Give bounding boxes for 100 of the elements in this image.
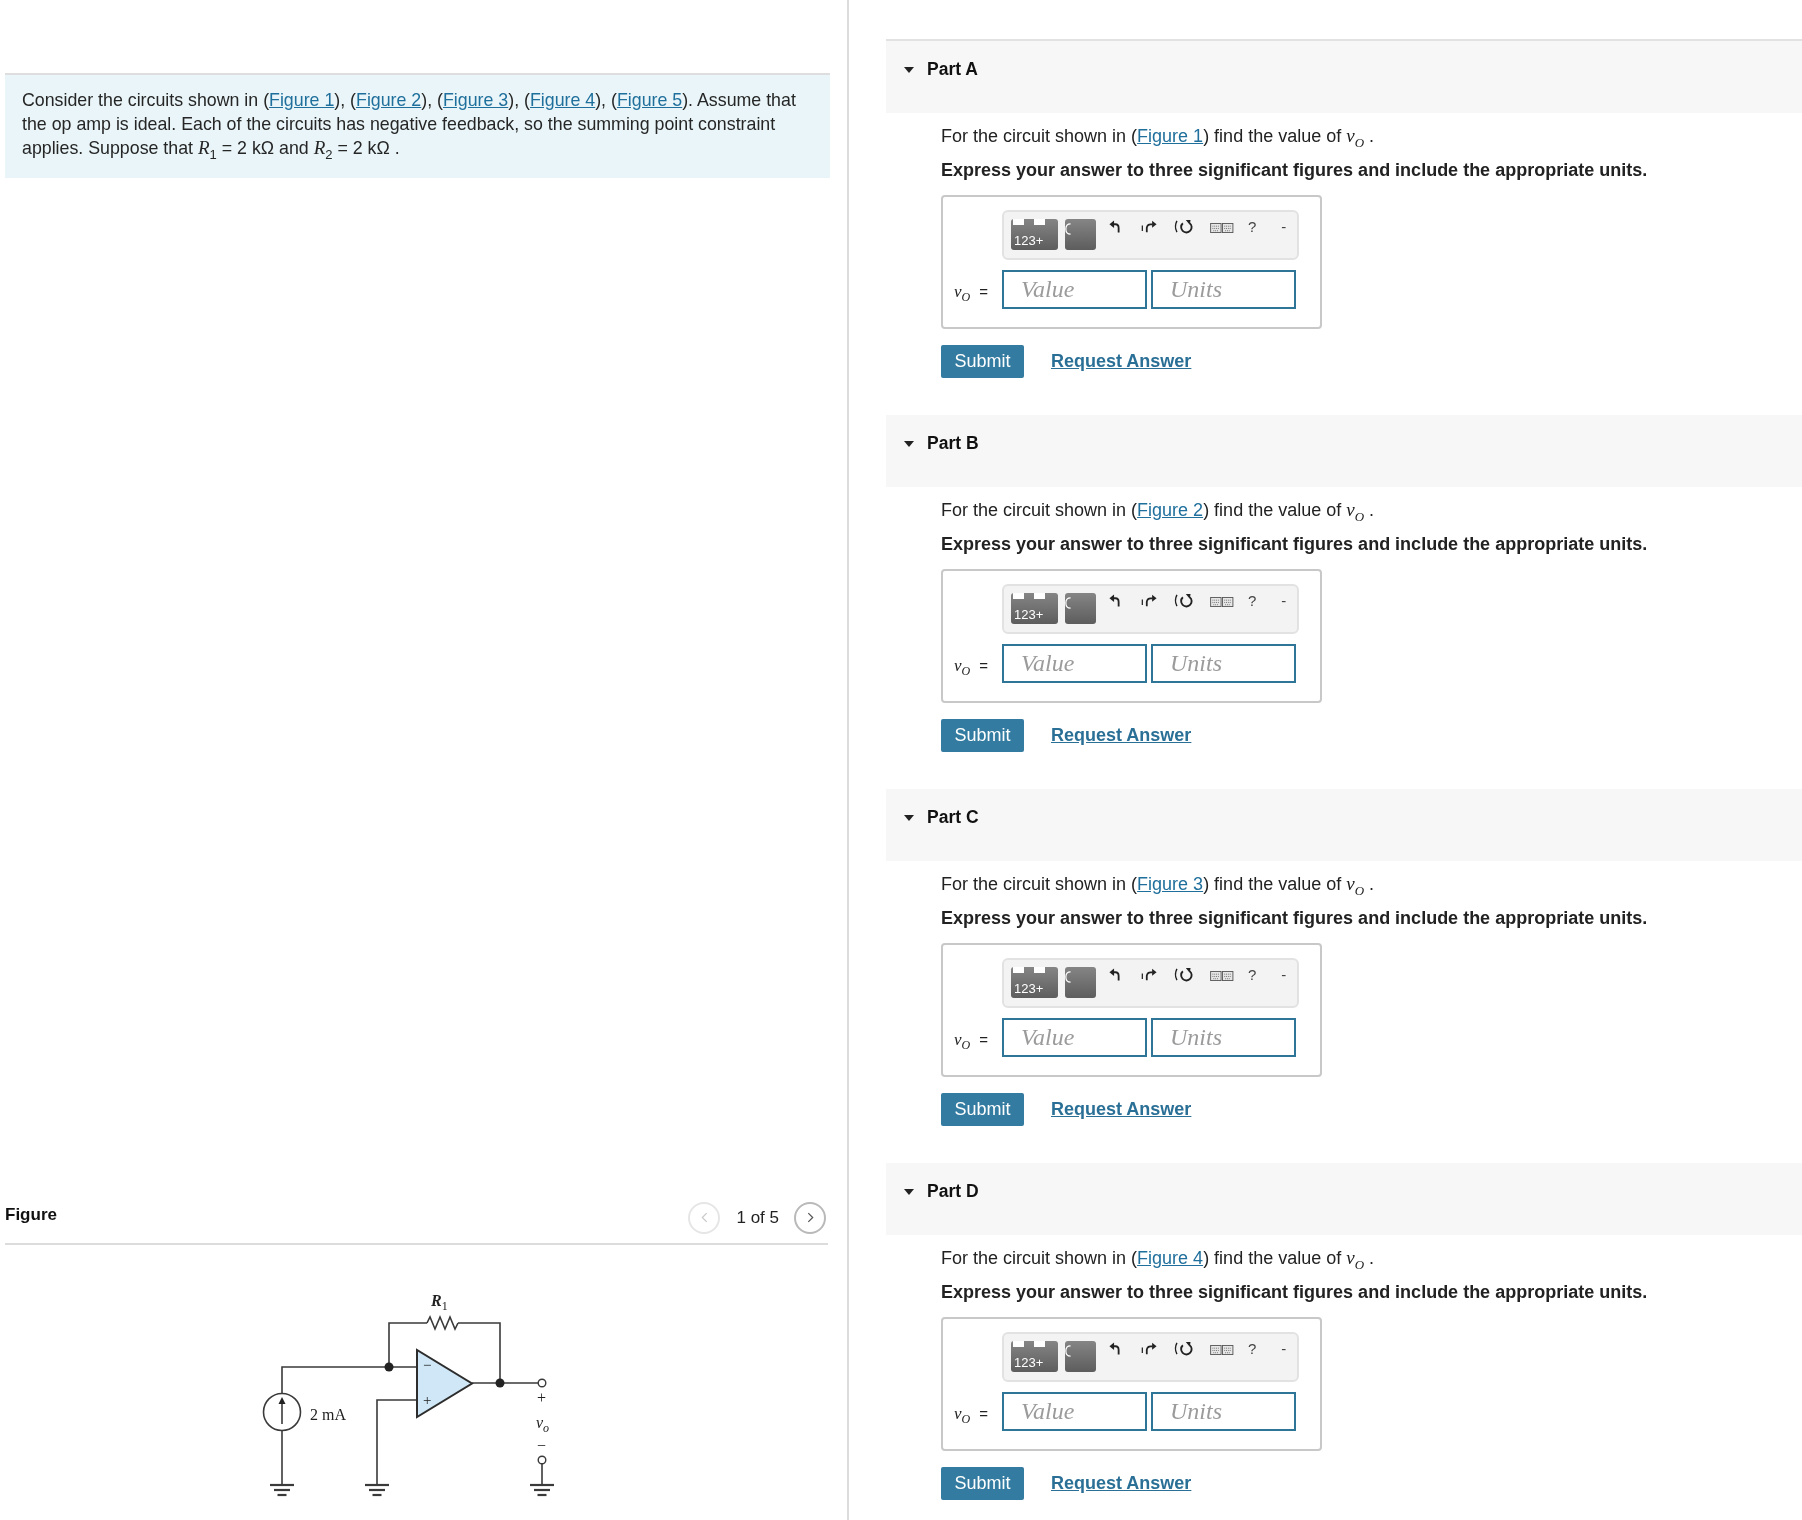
part-header[interactable]: Part A [886,41,1802,113]
reset-icon[interactable] [1173,593,1194,608]
templates-button[interactable]: 123+ [1011,967,1058,998]
templates-button[interactable]: 123+ [1011,219,1058,250]
submit-button[interactable]: Submit [941,345,1024,378]
part-title: Part B [927,432,979,454]
output-plus-sign: + [537,1389,547,1407]
part-header[interactable]: Part B [886,415,1802,487]
question-text: For the circuit shown in (Figure 4) find the value of v$_{O}$ . [941,1247,1376,1269]
equals-sign: = [979,1031,988,1048]
problem-text: Consider the circuits shown in (Figure 1), (Figure 2), (Figure 3), (Figure 4), (Figure 5). Assume that the op amp is ideal. Each of the circuits has negative feedback, so the summing point constraint applies. Suppose that R$_{1}$ = 2 kΩ and R$_{2}$ = 2 kΩ . [22,89,797,161]
undo-icon[interactable] [1109,968,1120,981]
figure-link[interactable]: Figure 2 [1137,500,1204,520]
instruction-text: Express your answer to three significant figures and include the appropriate units. [941,533,1649,555]
undo-icon[interactable] [1109,220,1120,233]
units-field[interactable]: Units [1151,1018,1296,1057]
variable-label: v$_{O}$ [954,1029,971,1050]
circuit-wire [281,1429,283,1486]
request-answer-link[interactable]: Request Answer [1051,351,1192,372]
redo-icon[interactable] [1141,968,1157,981]
ground-symbol [365,1483,389,1497]
equals-sign: = [979,283,988,300]
redo-icon[interactable] [1141,594,1157,607]
templates-button[interactable]: 123+ [1011,1341,1058,1372]
request-answer-link[interactable]: Request Answer [1051,1473,1192,1494]
part-header[interactable]: Part D [886,1163,1802,1235]
figure-title: Figure [5,1204,57,1225]
keyboard-icon[interactable] [1210,597,1234,607]
circuit-wire [541,1463,543,1486]
arc-icon [1065,971,1071,983]
junction-dot-icon [384,1362,394,1372]
value-field[interactable]: Value [1002,270,1147,309]
terminal-ring-icon [537,1455,547,1465]
figure-link[interactable]: Figure 4 [1137,1248,1204,1268]
help-button[interactable]: ? [1248,593,1257,609]
figure-link[interactable]: Figure 5 [616,90,683,110]
reset-icon[interactable] [1173,1341,1194,1356]
undo-icon[interactable] [1109,1342,1120,1355]
units-field[interactable]: Units [1151,644,1296,683]
request-answer-link[interactable]: Request Answer [1051,1099,1192,1120]
chevron-left-icon [700,1212,708,1223]
templates-button[interactable]: 123+ [1011,593,1058,624]
arc-icon [1065,223,1071,235]
instruction-text: Express your answer to three significant figures and include the appropriate units. [941,907,1649,929]
junction-dot-icon [495,1378,505,1388]
symbols-button[interactable] [1065,1341,1096,1372]
undo-icon[interactable] [1109,594,1120,607]
help-button[interactable]: ? [1248,967,1257,983]
help-button[interactable]: ? [1248,1341,1257,1357]
symbols-button[interactable] [1065,593,1096,624]
redo-icon[interactable] [1141,1342,1157,1355]
question-text: For the circuit shown in (Figure 3) find the value of v$_{O}$ . [941,873,1376,895]
submit-button[interactable]: Submit [941,719,1024,752]
more-button[interactable]: - [1281,593,1287,609]
request-answer-link[interactable]: Request Answer [1051,725,1192,746]
keyboard-icon[interactable] [1210,971,1234,981]
variable-label: v$_{O}$ [954,281,971,302]
keyboard-icon[interactable] [1210,1345,1234,1355]
figure-link[interactable]: Figure 1 [1137,126,1204,146]
more-button[interactable]: - [1281,967,1287,983]
figure-link[interactable]: Figure 3 [443,90,509,110]
symbols-button[interactable] [1065,219,1096,250]
units-field[interactable]: Units [1151,270,1296,309]
redo-icon[interactable] [1141,220,1157,233]
more-button[interactable]: - [1281,1341,1287,1357]
ground-symbol [270,1483,294,1497]
part-title: Part D [927,1180,979,1202]
value-field[interactable]: Value [1002,1392,1147,1431]
figure-link[interactable]: Figure 4 [529,90,596,110]
keyboard-icon[interactable] [1210,223,1234,233]
figure-link[interactable]: Figure 3 [1137,874,1204,894]
part-title: Part A [927,58,978,80]
resistor [426,1314,459,1332]
question-text: For the circuit shown in (Figure 2) find the value of v$_{O}$ . [941,499,1376,521]
symbols-button[interactable] [1065,967,1096,998]
part-title: Part C [927,806,979,828]
ground-symbol [530,1483,554,1497]
help-button[interactable]: ? [1248,219,1257,235]
submit-button[interactable]: Submit [941,1093,1024,1126]
submit-button[interactable]: Submit [941,1467,1024,1500]
arc-icon [1065,1345,1071,1357]
value-field[interactable]: Value [1002,1018,1147,1057]
current-label: 2 mA [310,1406,346,1424]
inverting-input-sign: − [423,1356,432,1374]
output-voltage-label: v$_{o}$ [536,1414,550,1432]
instruction-text: Express your answer to three significant figures and include the appropriate units. [941,1281,1649,1303]
page-counter: 1 of 5 [736,1207,779,1228]
part-header[interactable]: Part C [886,789,1802,861]
more-button[interactable]: - [1281,219,1287,235]
reset-icon[interactable] [1173,219,1194,234]
reset-icon[interactable] [1173,967,1194,982]
units-field[interactable]: Units [1151,1392,1296,1431]
op-amp [416,1348,474,1419]
output-minus-sign: − [537,1437,547,1455]
question-text: For the circuit shown in (Figure 1) find the value of v$_{O}$ . [941,125,1376,147]
instruction-text: Express your answer to three significant figures and include the appropriate units. [941,159,1649,181]
variable-label: v$_{O}$ [954,1403,971,1424]
equals-sign: = [979,1405,988,1422]
variable-label: v$_{O}$ [954,655,971,676]
value-field[interactable]: Value [1002,644,1147,683]
